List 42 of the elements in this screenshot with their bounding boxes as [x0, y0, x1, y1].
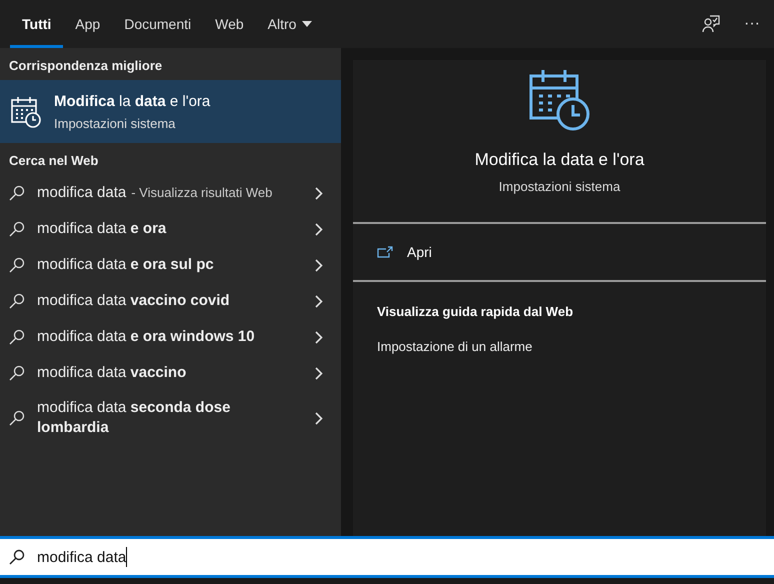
chevron-icon — [315, 222, 323, 236]
filter-tab[interactable]: App — [63, 3, 112, 48]
search-icon — [9, 365, 25, 381]
filter-tab[interactable]: Documenti — [112, 3, 204, 48]
calendar-clock-icon — [528, 68, 590, 132]
search-icon — [9, 293, 25, 309]
preview-subtitle: Impostazioni sistema — [498, 179, 622, 194]
chevron-icon — [315, 330, 323, 344]
search-icon — [9, 410, 25, 426]
search-icon — [9, 257, 25, 273]
web-suggestion[interactable]: modifica data e ora windows 10 — [0, 319, 341, 355]
web-suggestion[interactable]: modifica data e ora sul pc — [0, 247, 341, 283]
preview-title: Modifica la data e l'ora — [474, 150, 646, 170]
chevron-icon — [315, 412, 323, 424]
search-field[interactable]: modifica data — [0, 536, 774, 578]
more-button[interactable]: ··· — [744, 15, 760, 33]
web-suggestion[interactable]: modifica data vaccino covid — [0, 283, 341, 319]
result-title: Modifica la data e l'ora — [54, 92, 210, 110]
web-suggestion[interactable]: modifica data vaccino — [0, 355, 341, 391]
section-heading: Corrispondenza migliore — [8, 57, 164, 75]
chevron-icon — [315, 258, 323, 272]
chevron-icon — [315, 186, 323, 200]
feedback-icon[interactable] — [702, 15, 720, 33]
chevron-icon — [315, 366, 323, 380]
best-match-item[interactable]: Modifica la data e l'ora Impostazioni sistema — [0, 80, 341, 143]
search-icon — [9, 185, 25, 201]
chevron-icon — [315, 294, 323, 308]
search-icon — [9, 549, 25, 565]
filter-tab[interactable]: Web — [203, 3, 256, 48]
open-action[interactable]: Apri — [353, 224, 766, 280]
web-suggestion[interactable]: modifica data seconda dose lombardia — [0, 391, 341, 445]
filter-tab[interactable]: Altro — [256, 3, 324, 48]
web-suggestion[interactable]: modifica data e ora — [0, 211, 341, 247]
calendar-clock-icon — [10, 96, 42, 128]
search-icon — [9, 221, 25, 237]
section-heading: Cerca nel Web — [8, 152, 100, 170]
guide-heading: Visualizza guida rapida dal Web — [376, 304, 574, 319]
guide-link[interactable]: Impostazione di un allarme — [353, 339, 766, 354]
web-suggestion[interactable]: modifica data - Visualizza risultati Web — [0, 175, 341, 211]
open-icon — [377, 246, 393, 258]
search-icon — [9, 329, 25, 345]
result-subtitle: Impostazioni sistema — [54, 116, 176, 130]
